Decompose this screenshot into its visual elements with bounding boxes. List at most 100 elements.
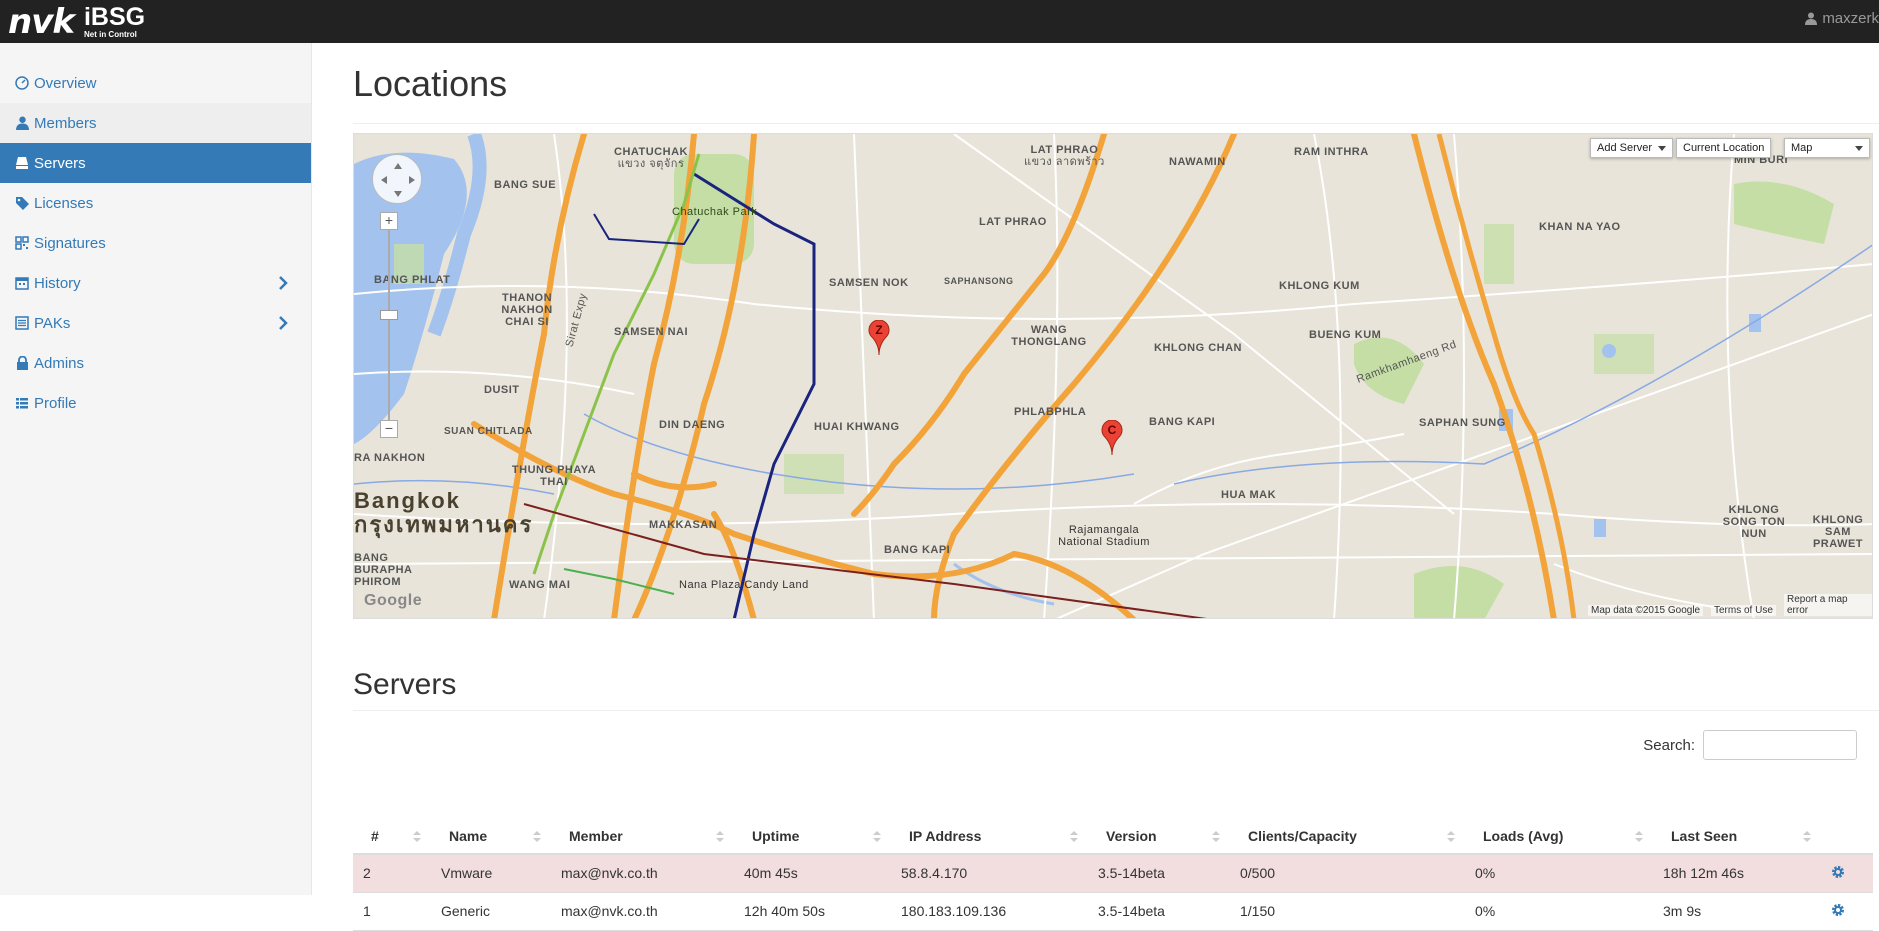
map-label: BANG KAPI [884,544,951,556]
user-icon [1805,12,1818,25]
cell-clients: 1/150 [1230,891,1465,931]
sidebar-item-profile[interactable]: Profile [0,383,311,423]
cell-uptime: 12h 40m 50s [734,891,891,931]
user-name: maxzerk [1822,10,1879,27]
sort-icon [533,831,541,842]
search-input[interactable] [1703,730,1857,760]
gear-icon[interactable] [1831,865,1845,879]
column-header-load[interactable]: Loads (Avg) [1465,818,1653,855]
pan-arrows-icon [381,163,415,197]
map-label: SAMSEN NOK [829,277,909,289]
list-icon [14,395,30,411]
column-header-last-seen[interactable]: Last Seen [1653,818,1821,855]
map-label: BANG KAPI [1149,416,1216,428]
zoom-slider-track[interactable] [388,224,390,420]
column-header-clients[interactable]: Clients/Capacity [1230,818,1465,855]
map-label: KHLONG KUM [1279,280,1360,292]
sidebar-item-signatures[interactable]: Signatures [0,223,311,263]
add-server-dropdown[interactable]: Add Server [1590,138,1674,158]
sidebar-item-paks[interactable]: PAKs [0,303,311,343]
map-marker-c[interactable]: C [1101,419,1123,456]
caret-down-icon [1855,145,1863,151]
cell-load: 0% [1465,891,1653,931]
map-label: SUAN CHITLADA [444,426,533,437]
cell-version: 3.5-14beta [1088,853,1230,892]
map-label: LAT PHRAO [979,216,1047,228]
brand-name: iBSG [83,3,146,31]
map-label: DUSIT [484,384,520,396]
sidebar-item-label: Members [34,114,97,132]
user-menu[interactable]: maxzerk [1805,10,1879,27]
servers-table: # Name Member Uptime IP Address Version … [353,818,1873,931]
cell-uptime: 40m 45s [734,853,891,892]
column-header-member[interactable]: Member [551,818,734,855]
map-label: LAT PHRAO แขวง ลาดพร้าว [1024,144,1105,169]
sidebar-item-label: Signatures [34,234,106,252]
map-label: SAPHANSONG [944,276,1014,286]
zoom-out-button[interactable]: − [380,420,398,438]
chevron-right-icon [279,276,288,290]
sidebar-item-label: History [34,274,81,292]
sidebar-item-label: Servers [34,154,86,172]
server-icon [14,155,30,171]
sort-icon [1635,831,1643,842]
sort-icon [873,831,881,842]
qrcode-icon [14,235,30,251]
sort-icon [1070,831,1078,842]
cell-actions [1821,853,1873,892]
map-label: BANG PHLAT [374,274,451,286]
map-label: RAM INTHRA [1294,146,1369,158]
column-header-actions [1821,818,1873,855]
sidebar-item-label: Licenses [34,194,94,212]
map-pan-control[interactable] [372,154,422,204]
dashboard-icon [14,75,30,91]
map-label: Nana Plaza Candy Land [679,579,809,591]
lock-icon [14,355,30,371]
map-label: MAKKASAN [649,519,718,531]
map-label: WANG THONGLANG [1011,324,1087,349]
report-map-error-link[interactable]: Report a map error [1784,594,1872,616]
sidebar-item-admins[interactable]: Admins [0,343,311,383]
cell-actions [1821,891,1873,931]
map-label-city: Bangkok กรุงเทพมหานคร [354,488,534,538]
zoom-slider-handle[interactable] [380,310,398,320]
brand-tagline: Net in Control [83,30,137,39]
chevron-right-icon [279,316,288,330]
sidebar-item-servers[interactable]: Servers [0,143,311,183]
sidebar-item-label: PAKs [34,314,71,332]
map-marker-z[interactable]: Z [868,319,890,356]
table-row[interactable]: 2 Vmware max@nvk.co.th 40m 45s 58.8.4.17… [353,853,1873,892]
map-label: THUNG PHAYA THAI [511,464,597,489]
map-label: BANG BURAPHA PHIROM [354,552,413,589]
divider [353,123,1879,124]
map-label: KHLONG SAM PRAWET [1812,514,1864,551]
sidebar-item-licenses[interactable]: Licenses [0,183,311,223]
table-header-row: # Name Member Uptime IP Address Version … [353,818,1873,855]
sidebar-item-members[interactable]: Members [0,103,311,143]
cell-id: 2 [353,853,431,892]
table-row[interactable]: 1 Generic max@nvk.co.th 12h 40m 50s 180.… [353,891,1873,931]
map-label: KHLONG SONG TON NUN [1722,504,1786,541]
gear-icon[interactable] [1831,903,1845,917]
column-header-name[interactable]: Name [431,818,551,855]
sidebar-item-history[interactable]: History [0,263,311,303]
locations-map[interactable]: CHATUCHAK แขวง จตุจักร LAT PHRAO แขวง ลาดพ… [353,133,1873,619]
page-title: Locations [353,63,508,104]
divider [353,710,1879,711]
map-type-dropdown[interactable]: Map [1784,138,1870,158]
zoom-in-button[interactable]: + [380,212,398,230]
map-label: NAWAMIN [1169,156,1226,168]
column-header-version[interactable]: Version [1088,818,1230,855]
column-header-ip[interactable]: IP Address [891,818,1088,855]
current-location-button[interactable]: Current Location [1676,138,1772,158]
app-logo[interactable]: nvk iBSG Net in Control [8,4,145,40]
cell-id: 1 [353,891,431,931]
terms-of-use-link[interactable]: Terms of Use [1711,605,1776,616]
cell-load: 0% [1465,853,1653,892]
column-header-id[interactable]: # [353,818,431,855]
sidebar: Overview Members Servers Licenses Signat… [0,43,312,895]
column-header-uptime[interactable]: Uptime [734,818,891,855]
cell-ip: 180.183.109.136 [891,891,1088,931]
map-label: PHLABPHLA [1014,406,1087,418]
sidebar-item-overview[interactable]: Overview [0,63,311,103]
